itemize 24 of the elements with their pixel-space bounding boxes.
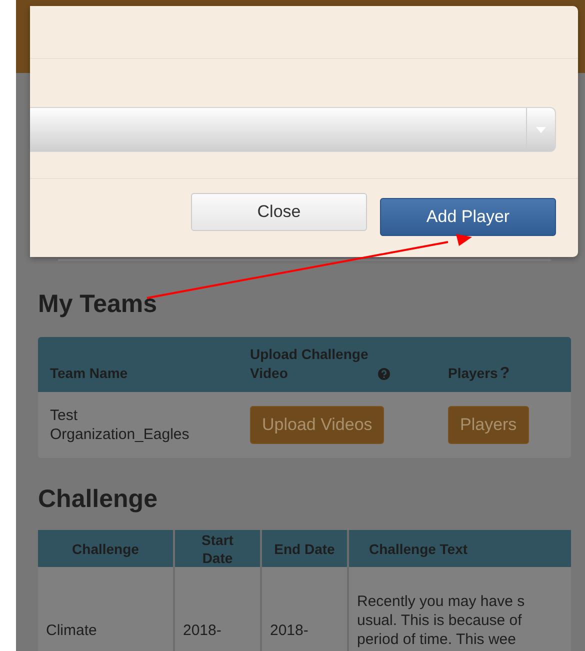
help-icon[interactable]	[378, 368, 390, 380]
section-heading: My Teams	[38, 289, 158, 319]
section-heading: Challenge	[38, 484, 158, 514]
add-player-button[interactable]: Add Player	[380, 198, 556, 236]
close-button[interactable]: Close	[191, 193, 367, 231]
column-header: Challenge Text	[369, 540, 468, 558]
column-header: Upload Challenge Video	[250, 345, 370, 383]
table-cell: 2018-	[183, 622, 222, 639]
column-header: Players	[448, 364, 498, 383]
table-cell: Climate	[46, 622, 97, 639]
text-line: period of time. This wee	[357, 630, 517, 649]
column-header: Challenge	[72, 540, 139, 558]
column-header: Start Date	[200, 530, 234, 566]
text-line: usual. This is because of	[357, 611, 523, 630]
team-name: Test Organization_Eagles	[50, 406, 190, 444]
column-header: Team Name	[50, 364, 128, 383]
column-header: End Date	[274, 540, 335, 558]
upload-videos-button[interactable]: Upload Videos	[250, 406, 384, 444]
table-cell: 2018-	[270, 622, 308, 639]
text-line: Recently you may have s	[357, 592, 526, 611]
caret-icon	[536, 126, 546, 132]
players-button[interactable]: Players	[448, 406, 529, 444]
help-mark[interactable]: ?	[500, 364, 510, 383]
select-field[interactable]	[30, 107, 556, 152]
